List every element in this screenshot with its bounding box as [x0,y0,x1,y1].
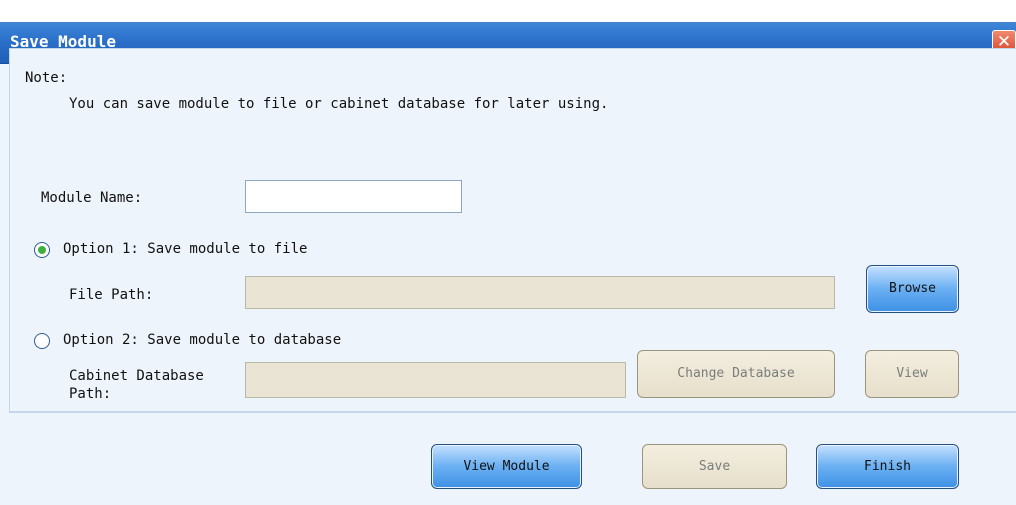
option2-label[interactable]: Option 2: Save module to database [63,332,341,348]
change-database-button[interactable]: Change Database [637,350,835,398]
save-button[interactable]: Save [642,444,787,489]
radio-selected-dot [38,246,46,254]
footer-divider [9,412,1016,413]
option1-label[interactable]: Option 1: Save module to file [63,241,307,257]
module-name-label: Module Name: [41,190,143,206]
cabinet-db-label-line2: Path: [69,386,112,402]
view-module-button[interactable]: View Module [431,444,582,489]
finish-button[interactable]: Finish [816,444,959,489]
file-path-label: File Path: [69,287,154,303]
cabinet-db-path-input[interactable] [245,362,626,398]
browse-button[interactable]: Browse [866,265,959,313]
option2-radio[interactable] [34,333,50,349]
note-label: Note: [25,70,68,86]
cabinet-db-label-line1: Cabinet Database [69,368,204,384]
file-path-input[interactable] [245,276,835,309]
option1-radio[interactable] [34,242,50,258]
note-text: You can save module to file or cabinet d… [69,96,609,112]
module-name-input[interactable] [245,180,462,213]
view-database-button[interactable]: View [865,350,959,398]
